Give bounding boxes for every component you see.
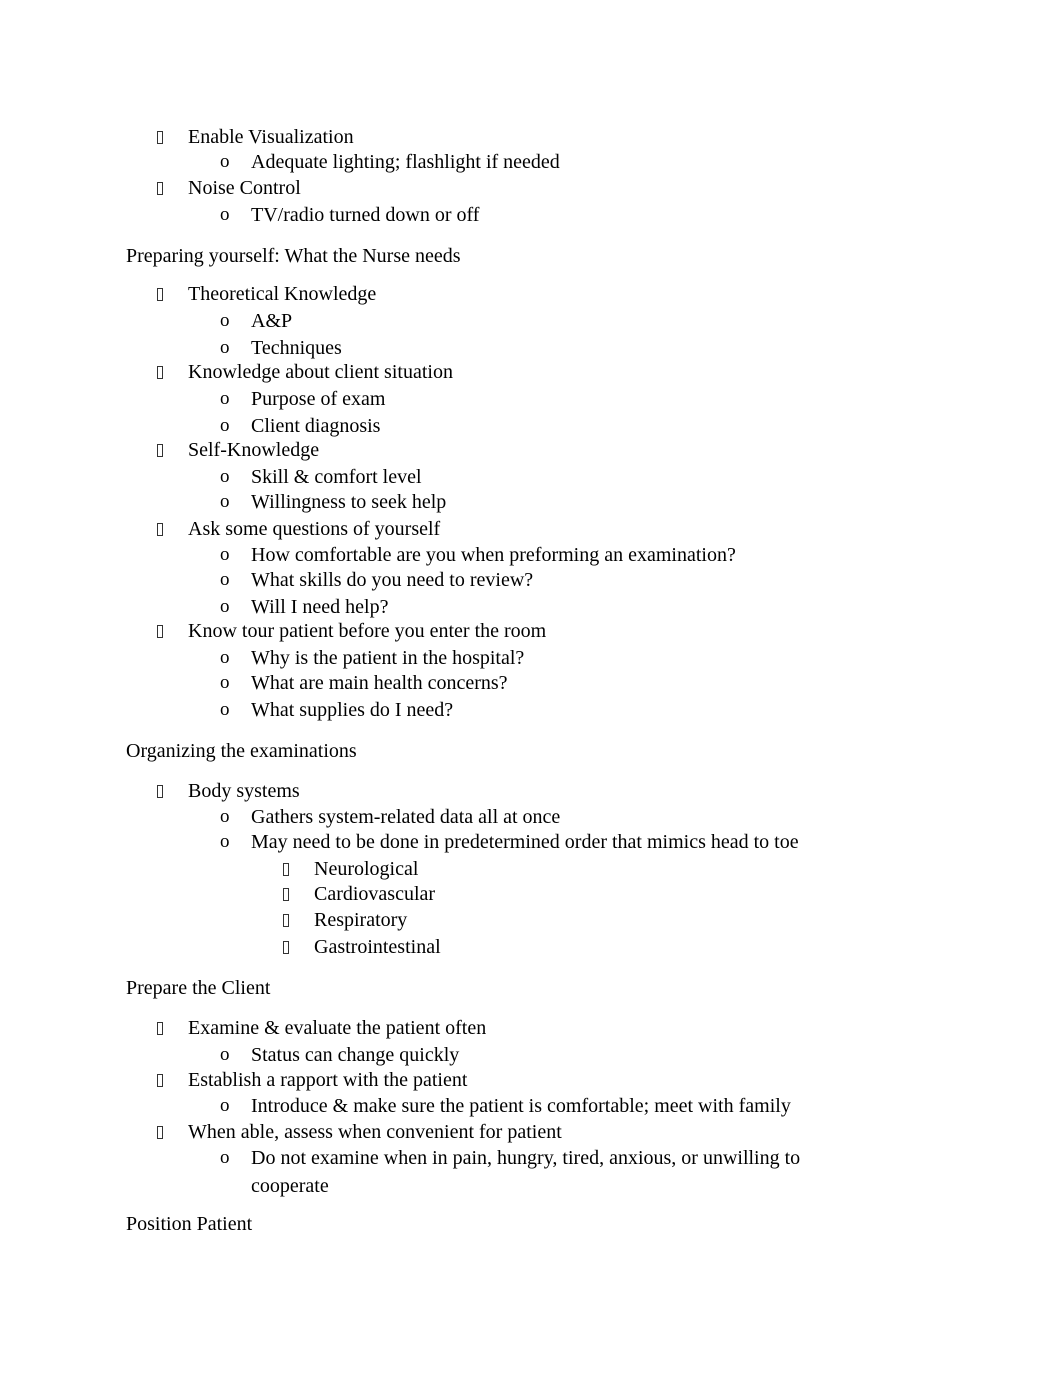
- item-text: Techniques: [251, 337, 342, 359]
- item-text: cooperate: [251, 1175, 329, 1197]
- circle-bullet-icon: o: [220, 491, 230, 512]
- circle-bullet-icon: o: [220, 569, 230, 590]
- missing-glyph-bullet-icon: [157, 1022, 163, 1035]
- item-text: Purpose of exam: [251, 388, 386, 410]
- item-text: Enable Visualization: [188, 126, 354, 148]
- item-text: Introduce & make sure the patient is com…: [251, 1095, 791, 1117]
- circle-bullet-icon: o: [220, 1095, 230, 1116]
- missing-glyph-bullet-icon: [283, 863, 289, 876]
- item-text: A&P: [251, 310, 293, 332]
- circle-bullet-icon: o: [220, 337, 230, 358]
- circle-bullet-icon: o: [220, 806, 230, 827]
- item-text: Respiratory: [314, 909, 408, 931]
- circle-bullet-icon: o: [220, 1044, 230, 1065]
- item-text: Know tour patient before you enter the r…: [188, 620, 547, 642]
- circle-bullet-icon: o: [220, 699, 230, 720]
- item-text: Knowledge about client situation: [188, 361, 453, 383]
- heading-text: Organizing the examinations: [126, 740, 357, 762]
- item-text: May need to be done in predetermined ord…: [251, 831, 799, 853]
- item-text: Will I need help?: [251, 596, 389, 618]
- item-text: Status can change quickly: [251, 1044, 460, 1066]
- circle-bullet-icon: o: [220, 151, 230, 172]
- item-text: Ask some questions of yourself: [188, 518, 441, 540]
- item-text: Self-Knowledge: [188, 439, 320, 461]
- item-text: Client diagnosis: [251, 415, 381, 437]
- missing-glyph-bullet-icon: [157, 288, 163, 301]
- circle-bullet-icon: o: [220, 388, 230, 409]
- item-text: Do not examine when in pain, hungry, tir…: [251, 1147, 801, 1169]
- missing-glyph-bullet-icon: [157, 625, 163, 638]
- circle-bullet-icon: o: [220, 647, 230, 668]
- missing-glyph-bullet-icon: [157, 182, 163, 195]
- item-text: When able, assess when convenient for pa…: [188, 1121, 562, 1143]
- missing-glyph-bullet-icon: [283, 888, 289, 901]
- item-text: What are main health concerns?: [251, 672, 508, 694]
- item-text: Adequate lighting; flashlight if needed: [251, 151, 560, 173]
- item-text: Examine & evaluate the patient often: [188, 1017, 487, 1039]
- circle-bullet-icon: o: [220, 1147, 230, 1168]
- item-text: Cardiovascular: [314, 883, 436, 905]
- missing-glyph-bullet-icon: [157, 1126, 163, 1139]
- heading-text: Prepare the Client: [126, 977, 271, 999]
- item-text: Gastrointestinal: [314, 936, 441, 958]
- missing-glyph-bullet-icon: [157, 785, 163, 798]
- circle-bullet-icon: o: [220, 672, 230, 693]
- missing-glyph-bullet-icon: [157, 444, 163, 457]
- item-text: How comfortable are you when preforming …: [251, 544, 736, 566]
- missing-glyph-bullet-icon: [157, 523, 163, 536]
- circle-bullet-icon: o: [220, 544, 230, 565]
- item-text: Theoretical Knowledge: [188, 283, 377, 305]
- missing-glyph-bullet-icon: [157, 131, 163, 144]
- item-text: Noise Control: [188, 177, 301, 199]
- item-text: Establish a rapport with the patient: [188, 1069, 468, 1091]
- item-text: Willingness to seek help: [251, 491, 447, 513]
- circle-bullet-icon: o: [220, 596, 230, 617]
- item-text: Why is the patient in the hospital?: [251, 647, 525, 669]
- item-text: Skill & comfort level: [251, 466, 422, 488]
- item-text: What supplies do I need?: [251, 699, 454, 721]
- circle-bullet-icon: o: [220, 466, 230, 487]
- item-text: Gathers system-related data all at once: [251, 806, 561, 828]
- item-text: Neurological: [314, 858, 419, 880]
- item-text: What skills do you need to review?: [251, 569, 534, 591]
- circle-bullet-icon: o: [220, 831, 230, 852]
- item-text: Body systems: [188, 780, 300, 802]
- item-text: TV/radio turned down or off: [251, 204, 480, 226]
- missing-glyph-bullet-icon: [283, 941, 289, 954]
- missing-glyph-bullet-icon: [157, 366, 163, 379]
- heading-text: Position Patient: [126, 1213, 253, 1235]
- circle-bullet-icon: o: [220, 204, 230, 225]
- missing-glyph-bullet-icon: [283, 914, 289, 927]
- heading-text: Preparing yourself: What the Nurse needs: [126, 245, 461, 267]
- circle-bullet-icon: o: [220, 310, 230, 331]
- missing-glyph-bullet-icon: [157, 1074, 163, 1087]
- circle-bullet-icon: o: [220, 415, 230, 436]
